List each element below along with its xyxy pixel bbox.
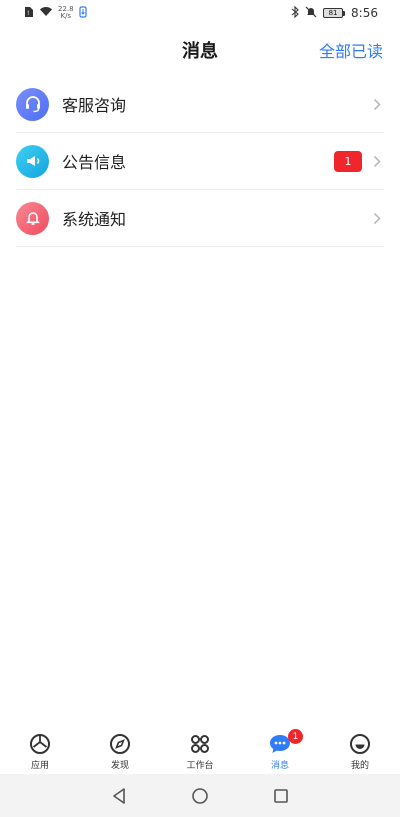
megaphone-icon	[16, 144, 49, 178]
sim-icon: !	[24, 6, 34, 21]
tab-unread-badge: 1	[288, 729, 303, 744]
battery-icon: 81	[323, 8, 346, 18]
mark-all-read-button[interactable]: 全部已读	[319, 38, 383, 62]
list-item-label: 客服咨询	[62, 96, 127, 115]
list-item-label: 公告信息	[62, 153, 127, 172]
list-item-label: 系统通知	[62, 210, 127, 229]
tab-discover[interactable]: 发现	[80, 724, 160, 774]
headset-icon	[16, 87, 49, 121]
network-speed-unit: K/s	[60, 12, 72, 20]
system-nav-bar	[0, 774, 400, 817]
profile-icon	[348, 732, 372, 756]
battery-tip	[343, 10, 346, 16]
tab-label: 工作台	[186, 761, 214, 771]
tab-label: 消息	[270, 761, 289, 771]
list-item-announcements[interactable]: 公告信息 1	[16, 133, 384, 190]
bottom-tab-bar: 应用 发现 工作台 1 消息 我的	[0, 724, 400, 774]
clock: 8:56	[351, 6, 378, 20]
silent-bell-icon	[305, 6, 317, 21]
tab-profile[interactable]: 我的	[320, 724, 400, 774]
tab-label: 我的	[350, 761, 369, 771]
tab-label: 发现	[110, 761, 129, 771]
unread-badge: 1	[334, 150, 362, 172]
aperture-icon	[28, 732, 52, 756]
back-icon[interactable]	[108, 785, 130, 807]
battery-level: 81	[323, 8, 344, 18]
status-bar: ! 22.8 K/s 81 8:56	[0, 0, 400, 26]
tab-workbench[interactable]: 工作台	[160, 724, 240, 774]
list-item-system-notifications[interactable]: 系统通知	[16, 190, 384, 247]
chevron-right-icon	[370, 154, 384, 168]
wifi-icon	[39, 6, 53, 20]
list-item-customer-service[interactable]: 客服咨询	[16, 76, 384, 133]
message-category-list: 客服咨询 公告信息 1 系统通知	[16, 76, 384, 247]
svg-text:!: !	[27, 10, 29, 17]
tab-messages[interactable]: 1 消息	[240, 724, 320, 774]
download-icon	[78, 5, 87, 21]
recents-icon[interactable]	[270, 785, 292, 807]
home-icon[interactable]	[189, 785, 211, 807]
status-bar-left: ! 22.8 K/s	[24, 6, 87, 21]
status-bar-right: 81 8:56	[291, 5, 378, 21]
chevron-right-icon	[370, 97, 384, 111]
page-title: 消息	[182, 41, 218, 62]
bluetooth-icon	[291, 5, 299, 21]
tab-label: 应用	[30, 761, 49, 771]
page-header: 消息 全部已读	[0, 26, 400, 74]
compass-icon	[108, 732, 132, 756]
tab-apps[interactable]: 应用	[0, 724, 80, 774]
network-speed: 22.8 K/s	[58, 6, 74, 20]
bell-icon	[16, 201, 49, 235]
chevron-right-icon	[370, 211, 384, 225]
grid-icon	[188, 732, 212, 756]
